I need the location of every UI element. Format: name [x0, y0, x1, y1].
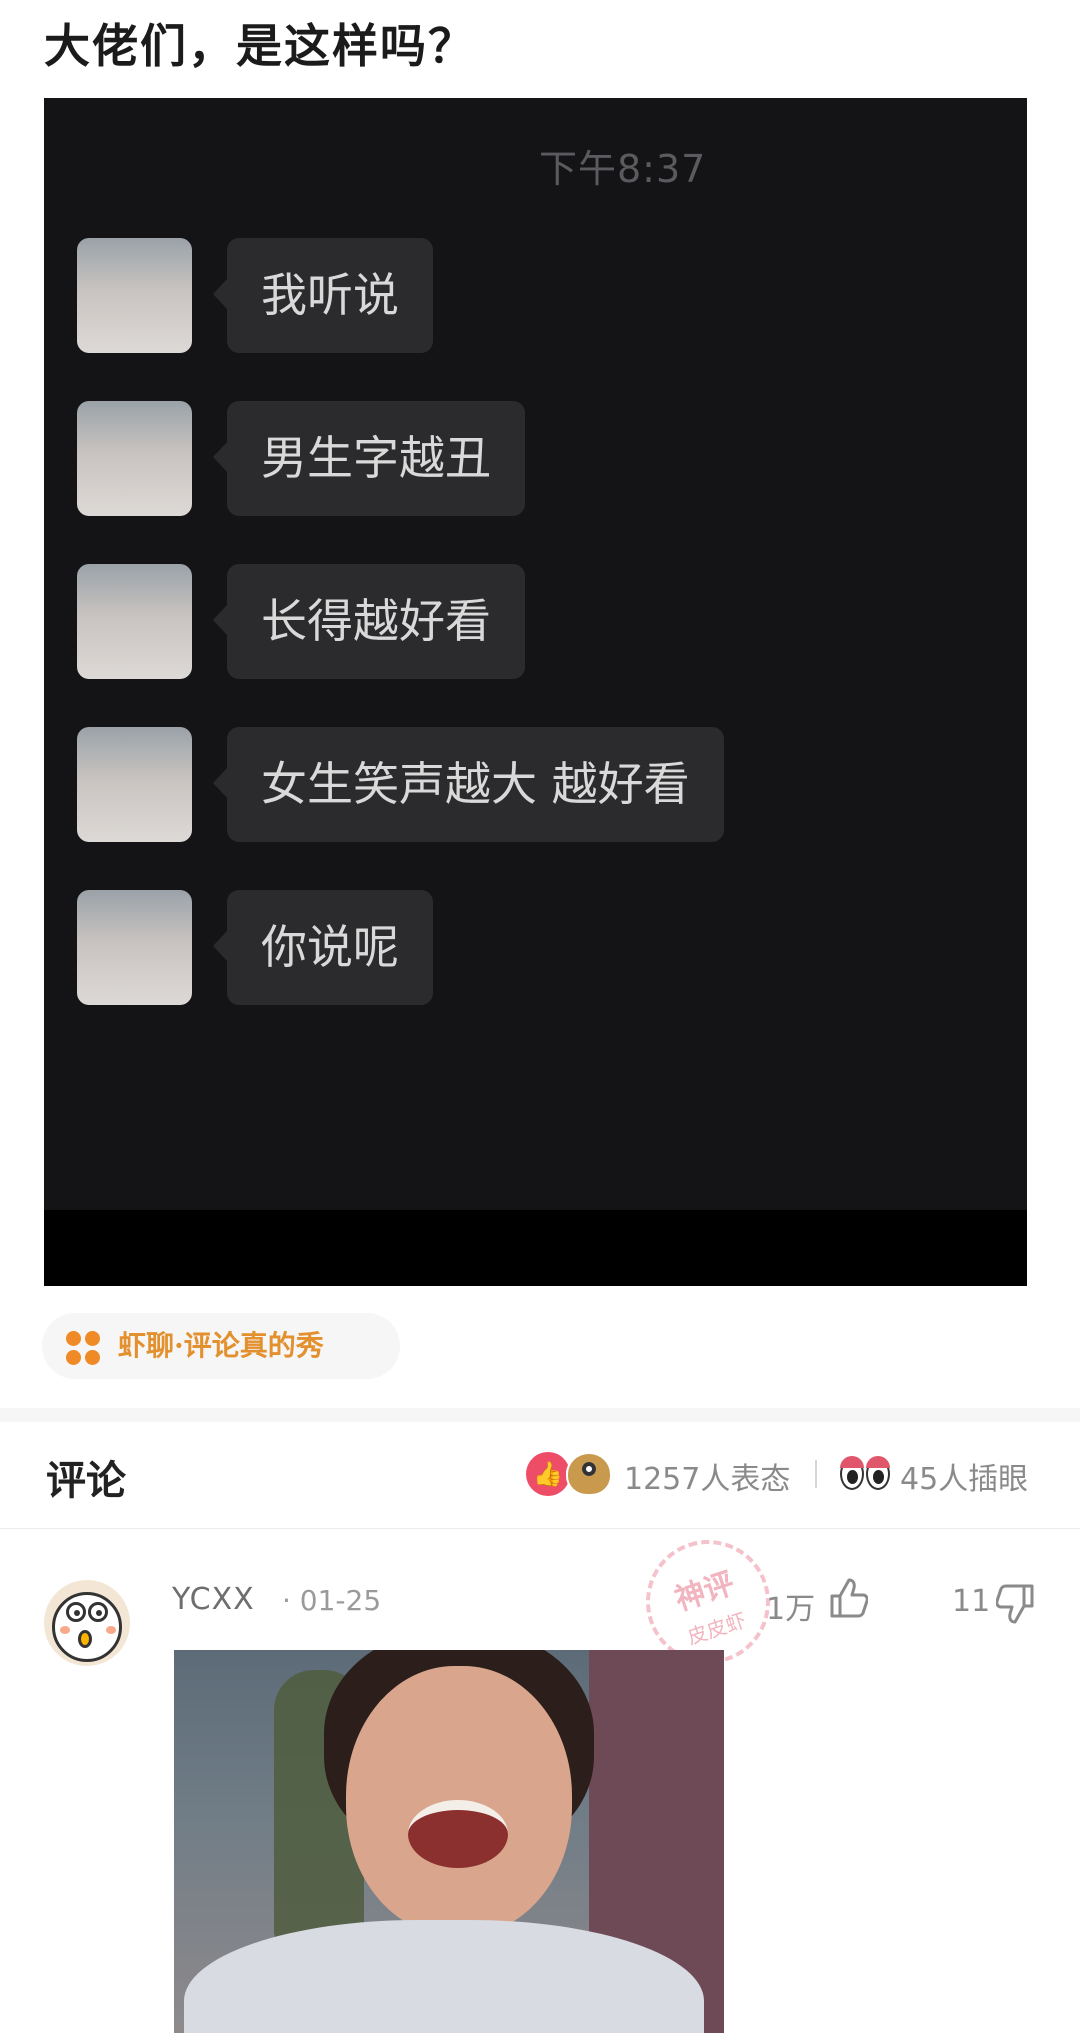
dog-reaction-icon[interactable] — [566, 1452, 612, 1496]
peek-count[interactable]: 45人插眼 — [900, 1454, 1028, 1498]
comment-image[interactable] — [174, 1650, 724, 2033]
chat-timestamp: 下午8:37 — [539, 147, 707, 191]
dislike-count: 11 — [952, 1584, 991, 1619]
avatar-eye — [88, 1602, 108, 1622]
chat-screenshot-image[interactable]: 下午8:37 我听说 男生字越丑 长得越好看 女生笑声越大 越好看 你说呢 — [44, 98, 1027, 1286]
image-mouth — [408, 1800, 508, 1868]
chat-bubble: 长得越好看 — [213, 564, 525, 679]
sender-avatar — [77, 564, 192, 679]
commenter-name[interactable]: YCXX — [172, 1582, 255, 1617]
header-divider — [815, 1460, 817, 1488]
chat-bubble: 你说呢 — [213, 890, 433, 1005]
chat-bubble: 我听说 — [213, 238, 433, 353]
sender-avatar — [77, 238, 192, 353]
thumbs-down-icon[interactable] — [996, 1582, 1036, 1626]
post-title: 大佬们，是这样吗？ — [44, 19, 476, 73]
sender-avatar — [77, 401, 192, 516]
avatar-eye — [66, 1602, 86, 1622]
sender-avatar — [77, 890, 192, 1005]
comments-title: 评论 — [46, 1457, 126, 1504]
image-bottom-band — [44, 1210, 1027, 1286]
commenter-avatar[interactable] — [44, 1580, 130, 1666]
section-divider — [0, 1408, 1080, 1422]
eyes-icon[interactable] — [840, 1454, 892, 1494]
sender-avatar — [77, 727, 192, 842]
reaction-count[interactable]: 1257人表态 — [624, 1454, 790, 1498]
avatar-mouth — [78, 1630, 92, 1648]
comments-header: 评论 👍 1257人表态 45人插眼 — [0, 1422, 1080, 1529]
topic-tag[interactable]: 虾聊·评论真的秀 — [42, 1313, 400, 1379]
comment-date: · 01-25 — [282, 1584, 382, 1617]
avatar-cheek — [60, 1626, 70, 1634]
avatar-cheek — [106, 1626, 116, 1634]
chat-bubble: 女生笑声越大 越好看 — [213, 727, 724, 842]
grid-dots-icon — [66, 1331, 100, 1365]
like-count: 1万 — [766, 1592, 816, 1627]
topic-tag-label: 虾聊·评论真的秀 — [118, 1329, 324, 1362]
chat-bubble: 男生字越丑 — [213, 401, 525, 516]
thumbs-up-icon[interactable] — [828, 1576, 868, 1620]
thumbs-up-reaction-icon[interactable]: 👍 — [526, 1452, 570, 1496]
